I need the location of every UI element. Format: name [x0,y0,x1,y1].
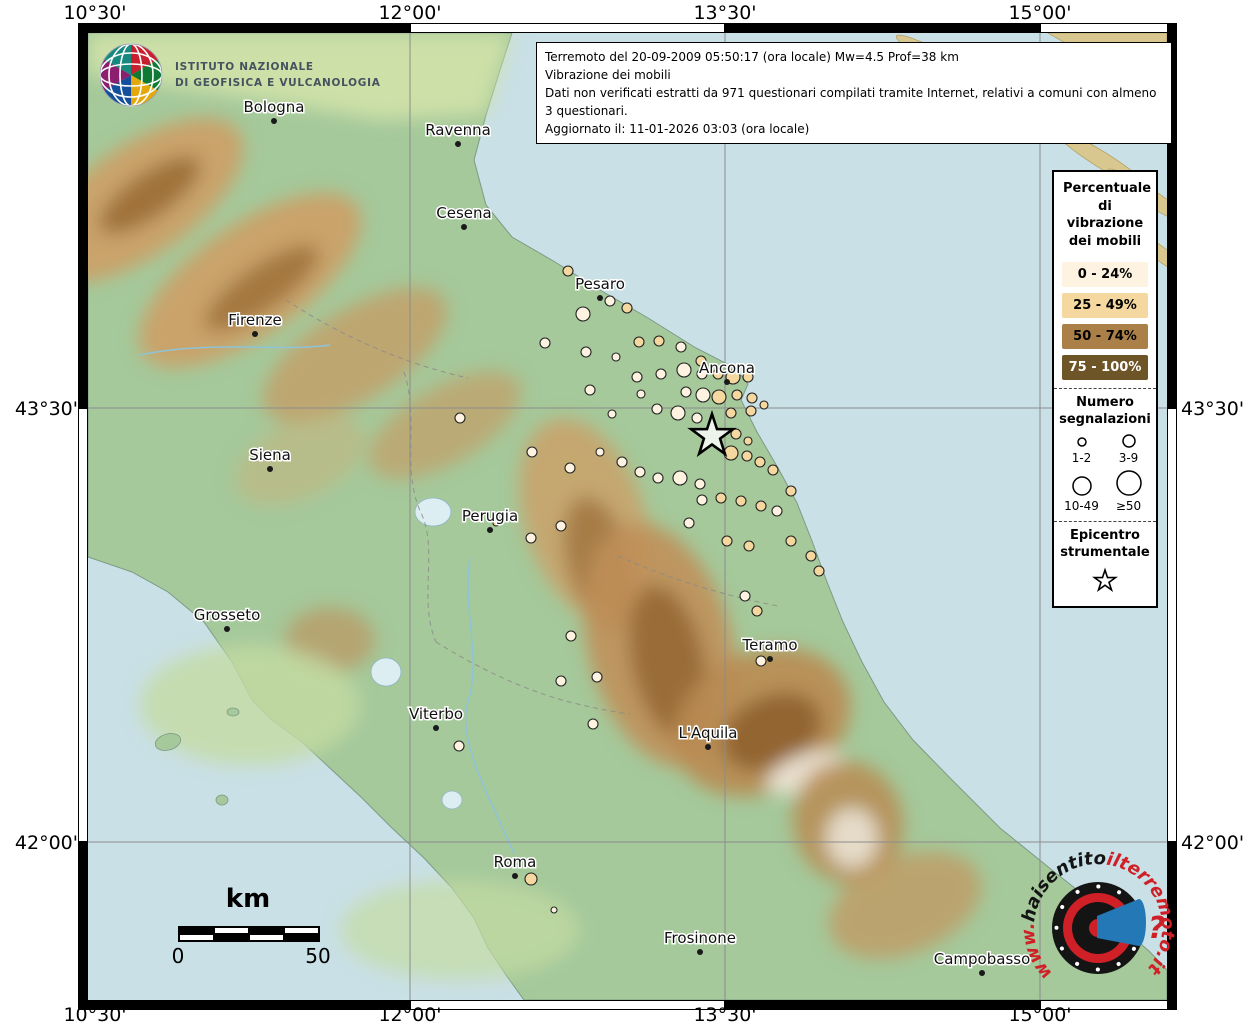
axis-label-top-1330: 13°30' [670,2,780,24]
axis-label-right-4330: 43°30' [1181,398,1255,420]
legend-signal-10-49: 10-49 [1058,469,1105,513]
legend-class-75-100: 75 - 100% [1062,355,1148,380]
legend: Percentuale di vibrazione dei mobili 0 -… [1052,170,1158,608]
event-subtitle: Vibrazione dei mobili [545,66,1163,84]
signal-size-icon [1114,433,1144,449]
scalebar-min: 0 [170,944,186,968]
scalebar-max: 50 [302,944,334,968]
signal-size-icon [1114,469,1144,497]
legend-epicenter-title: Epicentro strumentale [1058,528,1152,562]
legend-title: Percentuale di vibrazione dei mobili [1057,172,1153,254]
ingv-name-line2: DI GEOFISICA E VULCANOLOGIA [175,75,381,91]
legend-signal-3-9: 3-9 [1105,433,1152,465]
signal-size-icon [1067,435,1097,449]
axis-label-left-4330: 43°30' [0,398,78,420]
event-info-box: Terremoto del 20-09-2009 05:50:17 (ora l… [536,42,1172,144]
event-title: Terremoto del 20-09-2009 05:50:17 (ora l… [545,48,1163,66]
axis-label-bottom-1030: 10°30' [40,1004,150,1026]
event-updated: Aggiornato il: 11-01-2026 03:03 (ora loc… [545,120,1163,138]
signal-size-icon [1067,475,1097,497]
ingv-globe-icon [98,42,164,108]
ingv-name-line1: ISTITUTO NAZIONALE [175,59,381,75]
axis-label-bottom-1330: 13°30' [670,1004,780,1026]
legend-classes: 0 - 24% 25 - 49% 50 - 74% 75 - 100% [1054,254,1156,388]
legend-epicenter-star [1091,566,1119,594]
axis-label-top-1030: 10°30' [40,2,150,24]
scalebar-unit: km [178,884,318,914]
axis-label-top-1200: 12°00' [355,2,465,24]
legend-signal-50plus: ≥50 [1105,469,1152,513]
legend-class-50-74: 50 - 74% [1062,324,1148,349]
legend-class-0-24: 0 - 24% [1062,262,1148,287]
haisentitoilterremoto-logo: ? www.haisentitoilterremoto.it [1000,838,1255,1024]
legend-signals-section: Numero segnalazioni 1-2 3-9 10-49 ≥50 [1054,388,1156,521]
legend-signals-title: Numero segnalazioni [1058,395,1152,429]
axis-label-bottom-1200: 12°00' [355,1004,465,1026]
map-frame-left [78,23,88,1010]
axis-label-left-4200: 42°00' [0,832,78,854]
legend-signal-1-2: 1-2 [1058,433,1105,465]
ingv-logo-block: ISTITUTO NAZIONALE DI GEOFISICA E VULCAN… [98,42,381,108]
ingv-name: ISTITUTO NAZIONALE DI GEOFISICA E VULCAN… [175,59,381,92]
event-data-note: Dati non verificati estratti da 971 ques… [545,84,1163,120]
legend-epicenter-section: Epicentro strumentale [1054,521,1156,606]
map-frame-top [78,23,1177,33]
legend-class-25-49: 25 - 49% [1062,293,1148,318]
scalebar-bar [178,926,320,942]
axis-label-top-1500: 15°00' [985,2,1095,24]
